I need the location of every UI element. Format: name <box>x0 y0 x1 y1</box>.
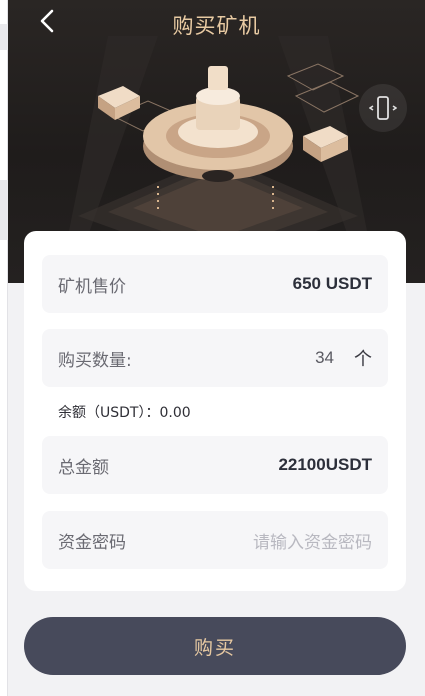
fund-password-row[interactable]: 资金密码 请输入资金密码 <box>42 511 388 569</box>
quantity-unit: 个 <box>354 349 372 370</box>
buy-button[interactable]: 购买 <box>24 617 406 675</box>
price-row: 矿机售价 650 USDT <box>42 255 388 313</box>
phone-rotate-icon <box>369 96 397 120</box>
purchase-form-card: 矿机售价 650 USDT 购买数量: 34 个 余额（USDT）：0.00 总… <box>24 231 406 591</box>
price-label: 矿机售价 <box>58 276 126 297</box>
quantity-row[interactable]: 购买数量: 34 个 <box>42 329 388 387</box>
quantity-input[interactable]: 34 <box>315 348 334 368</box>
rotate-device-button[interactable] <box>359 84 407 132</box>
balance-text: 余额（USDT）：0.00 <box>58 405 191 421</box>
underlying-page-edge <box>0 0 8 696</box>
quantity-input-group[interactable]: 34 个 <box>315 345 372 371</box>
total-label: 总金额 <box>58 457 109 478</box>
total-row: 总金额 22100USDT <box>42 436 388 494</box>
fund-password-label: 资金密码 <box>58 532 126 553</box>
total-value: 22100USDT <box>278 455 372 474</box>
fund-password-input[interactable]: 请输入资金密码 <box>253 528 372 553</box>
quantity-label: 购买数量: <box>58 350 132 371</box>
price-value: 650 USDT <box>292 274 372 293</box>
